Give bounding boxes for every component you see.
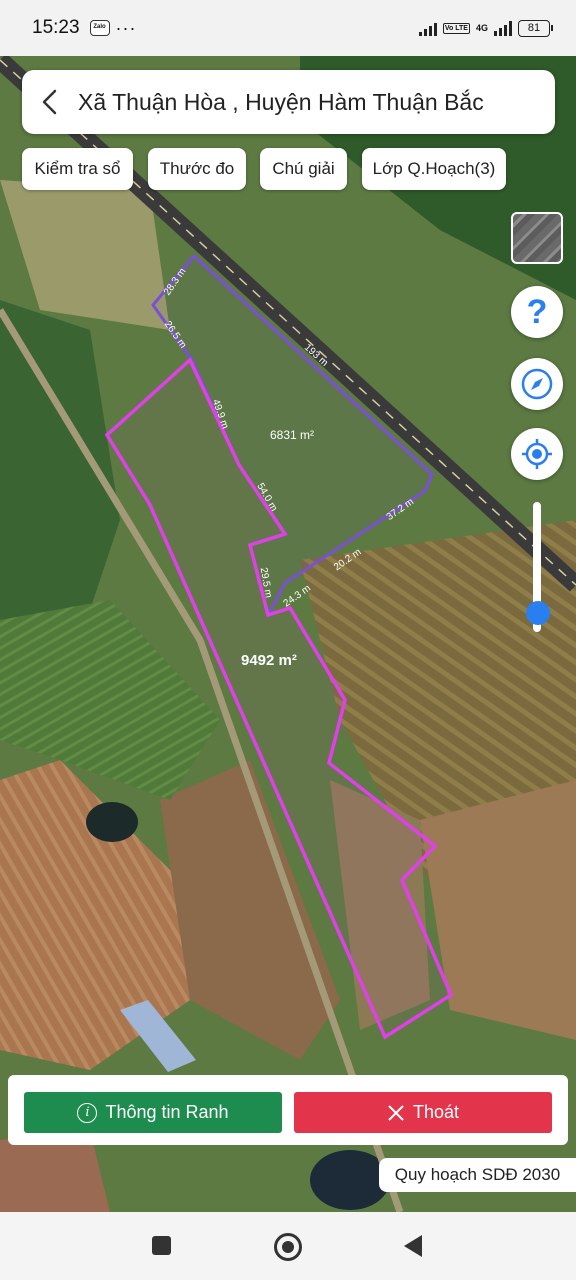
check-book-button[interactable]: Kiểm tra sổ: [22, 148, 133, 190]
pond-1: [86, 802, 138, 842]
layer-toggle-thumbnail[interactable]: [511, 212, 563, 264]
signal-icon-2: [494, 20, 512, 36]
planning-layers-button[interactable]: Lớp Q.Hoạch(3): [362, 148, 506, 190]
system-nav-bar: [0, 1212, 576, 1280]
back-icon[interactable]: [404, 1235, 422, 1257]
help-button[interactable]: ?: [511, 286, 563, 338]
volte-icon: Vo LTE: [442, 22, 470, 34]
help-icon: ?: [526, 293, 548, 331]
satellite-map[interactable]: 6831 m² 9492 m² 28.3 m 26.5 m 193 m 49.9…: [0, 56, 576, 1212]
parcel-info-label: Thông tin Ranh: [105, 1102, 229, 1122]
parcel-area-label-1: 6831 m²: [270, 428, 314, 442]
compass-button[interactable]: [511, 358, 563, 410]
measure-button[interactable]: Thước đo: [148, 148, 246, 190]
toolbar-chips: Kiểm tra sổ Thước đo Chú giải Lớp Q.Hoạc…: [0, 148, 576, 190]
locate-button[interactable]: [511, 428, 563, 480]
locate-icon: [522, 439, 552, 469]
page-title: Xã Thuận Hòa , Huyện Hàm Thuận Bắc: [78, 88, 484, 115]
zoom-slider-handle[interactable]: [526, 600, 550, 625]
network-type: 4G: [475, 23, 488, 33]
status-time: 15:23: [32, 17, 80, 38]
zalo-icon: Zalo: [89, 20, 110, 36]
close-icon: [388, 1104, 404, 1121]
home-icon[interactable]: [274, 1233, 302, 1261]
map-canvas[interactable]: 6831 m² 9492 m² 28.3 m 26.5 m 193 m 49.9…: [0, 56, 576, 1212]
exit-label: Thoát: [412, 1102, 460, 1122]
compass-icon: [521, 368, 553, 400]
more-notifications-icon: ···: [115, 18, 137, 38]
signal-icon: [418, 20, 437, 36]
action-panel: i Thông tin Ranh Thoát: [8, 1075, 568, 1145]
parcel-info-button[interactable]: i Thông tin Ranh: [24, 1092, 282, 1133]
planning-layer-badge[interactable]: Quy hoạch SDĐ 2030: [379, 1158, 576, 1192]
status-bar: 15:23 Zalo ··· Vo LTE 4G 81: [0, 0, 576, 56]
exit-button[interactable]: Thoát: [294, 1092, 552, 1133]
recents-icon[interactable]: [152, 1236, 171, 1255]
battery-icon: 81: [518, 19, 553, 37]
legend-button[interactable]: Chú giải: [260, 148, 347, 190]
chevron-left-icon[interactable]: [22, 70, 78, 134]
info-icon: i: [77, 1102, 98, 1123]
status-indicators: Vo LTE 4G 81: [418, 19, 553, 37]
location-header: Xã Thuận Hòa , Huyện Hàm Thuận Bắc: [22, 70, 555, 134]
parcel-area-label-2: 9492 m²: [241, 652, 297, 669]
